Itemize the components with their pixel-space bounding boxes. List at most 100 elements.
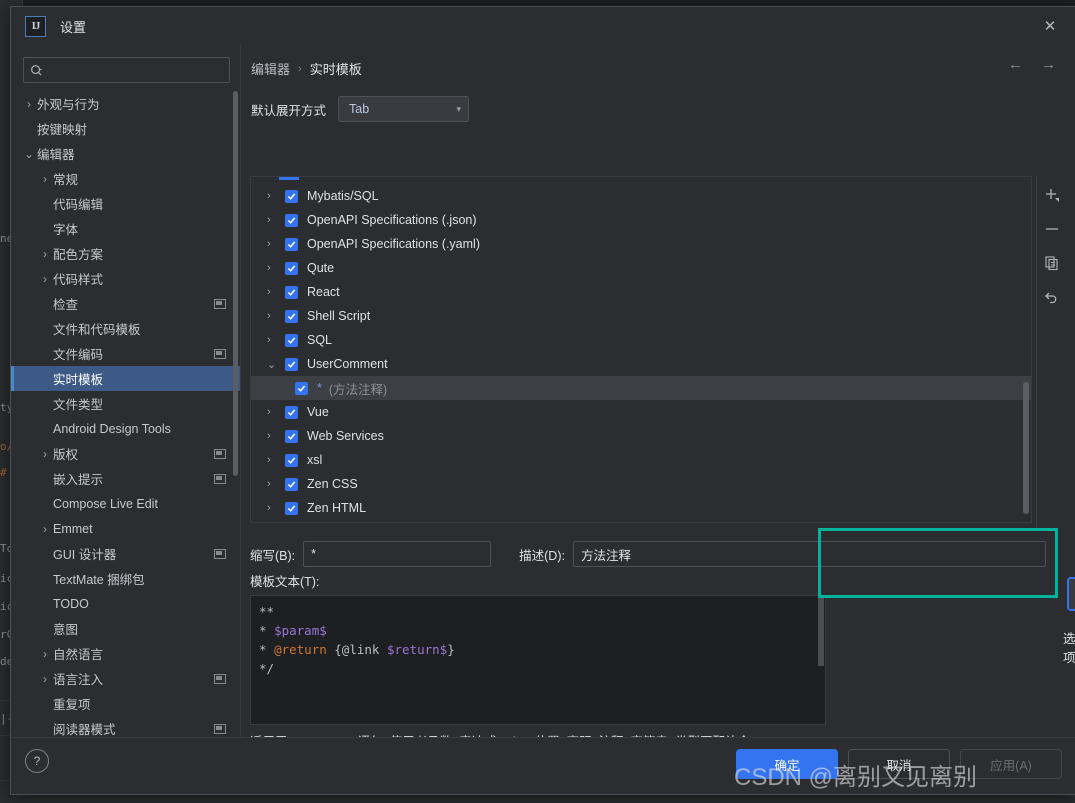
checkbox-icon[interactable]	[285, 285, 298, 299]
chevron-down-icon[interactable]: ⌄	[21, 147, 37, 161]
sidebar-item-2[interactable]: ⌄ 编辑器	[11, 141, 240, 166]
sidebar-item-12[interactable]: 文件类型	[11, 391, 240, 416]
checkbox-icon[interactable]	[295, 381, 308, 395]
chevron-right-icon[interactable]: ›	[267, 406, 285, 418]
chevron-right-icon[interactable]: ›	[37, 672, 53, 686]
checkbox-icon[interactable]	[285, 213, 298, 227]
sidebar-item-15[interactable]: 嵌入提示	[11, 466, 240, 491]
sidebar-item-20[interactable]: TODO	[11, 591, 240, 616]
template-group-name: OpenAPI Specifications (.yaml)	[307, 237, 480, 251]
chevron-right-icon[interactable]: ›	[37, 272, 53, 286]
checkbox-icon[interactable]	[285, 189, 298, 203]
chevron-right-icon[interactable]: ›	[37, 447, 53, 461]
template-group-row[interactable]: › OpenAPI Specifications (.json)	[251, 208, 1031, 232]
arrow-left-icon[interactable]: ←	[1008, 57, 1023, 72]
sidebar-item-17[interactable]: › Emmet	[11, 516, 240, 541]
checkbox-icon[interactable]	[285, 237, 298, 251]
template-group-row[interactable]: › Vue	[251, 400, 1031, 424]
chevron-right-icon[interactable]: ›	[267, 334, 285, 346]
sidebar-item-23[interactable]: › 语言注入	[11, 666, 240, 691]
checkbox-icon[interactable]	[285, 477, 298, 491]
duplicate-icon[interactable]	[1041, 252, 1063, 274]
template-group-row[interactable]: › OpenAPI Specifications (.yaml)	[251, 232, 1031, 256]
template-group-row[interactable]: › Zen HTML	[251, 496, 1031, 520]
chevron-right-icon[interactable]: ›	[21, 97, 37, 111]
sidebar-item-8[interactable]: 检查	[11, 291, 240, 316]
sidebar-item-19[interactable]: TextMate 捆绑包	[11, 566, 240, 591]
template-group-row[interactable]: › SQL	[251, 328, 1031, 352]
sidebar-item-6[interactable]: › 配色方案	[11, 241, 240, 266]
chevron-right-icon[interactable]: ›	[267, 430, 285, 442]
search-input[interactable]	[43, 62, 223, 78]
chevron-right-icon[interactable]: ›	[37, 172, 53, 186]
chevron-right-icon[interactable]: ›	[37, 247, 53, 261]
checkbox-icon[interactable]	[285, 405, 298, 419]
template-group-row[interactable]: › xsl	[251, 448, 1031, 472]
checkbox-icon[interactable]	[285, 429, 298, 443]
chevron-right-icon[interactable]: ›	[267, 454, 285, 466]
close-icon[interactable]: ✕	[1040, 16, 1060, 36]
editor-scrollbar[interactable]	[818, 596, 824, 666]
template-list-scrollbar[interactable]	[1023, 382, 1029, 514]
sidebar-item-0[interactable]: › 外观与行为	[11, 91, 240, 116]
help-icon[interactable]: ?	[25, 749, 49, 773]
checkbox-icon[interactable]	[285, 261, 298, 275]
sidebar-item-label: Emmet	[53, 521, 93, 536]
cancel-button[interactable]: 取消	[848, 749, 950, 779]
sidebar-item-11[interactable]: 实时模板	[11, 366, 240, 391]
chevron-right-icon[interactable]: ›	[267, 238, 285, 250]
ok-button[interactable]: 确定	[736, 749, 838, 779]
chevron-right-icon[interactable]: ›	[37, 647, 53, 661]
sidebar-item-7[interactable]: › 代码样式	[11, 266, 240, 291]
template-group-row[interactable]: › React	[251, 280, 1031, 304]
sidebar-item-3[interactable]: › 常规	[11, 166, 240, 191]
edit-variables-button[interactable]: 编辑变量(E)...	[1067, 577, 1075, 611]
template-group-row[interactable]: › Qute	[251, 256, 1031, 280]
description-input[interactable]	[572, 541, 1046, 567]
template-text-editor[interactable]: ** * $param$ * @return {@link $return$} …	[250, 595, 826, 725]
sidebar-item-10[interactable]: 文件编码	[11, 341, 240, 366]
template-list[interactable]: › Mybatis/SQL › OpenAPI Specifications (.js…	[250, 176, 1032, 523]
remove-icon[interactable]	[1041, 218, 1063, 240]
arrow-right-icon[interactable]: →	[1041, 57, 1056, 72]
sidebar-item-21[interactable]: 意图	[11, 616, 240, 641]
breadcrumb-parent[interactable]: 编辑器	[251, 59, 290, 78]
sidebar-scrollbar[interactable]	[233, 91, 238, 476]
default-expand-combo[interactable]: Tab ▾	[338, 96, 470, 122]
chevron-right-icon[interactable]: ›	[267, 262, 285, 274]
chevron-down-icon[interactable]: ⌄	[267, 358, 285, 371]
sidebar-item-24[interactable]: 重复项	[11, 691, 240, 716]
sidebar-item-25[interactable]: 阅读器模式	[11, 716, 240, 738]
chevron-right-icon[interactable]: ›	[267, 190, 285, 202]
checkbox-icon[interactable]	[285, 333, 298, 347]
search-box[interactable]	[23, 57, 230, 83]
template-group-row[interactable]: › Mybatis/SQL	[251, 184, 1031, 208]
chevron-right-icon[interactable]: ›	[267, 214, 285, 226]
template-group-row[interactable]: › Shell Script	[251, 304, 1031, 328]
revert-icon[interactable]	[1041, 286, 1063, 308]
sidebar-item-4[interactable]: 代码编辑	[11, 191, 240, 216]
template-group-row[interactable]: ⌄ UserComment	[251, 352, 1031, 376]
template-group-row[interactable]: › Web Services	[251, 424, 1031, 448]
chevron-right-icon[interactable]: ›	[267, 502, 285, 514]
sidebar-item-22[interactable]: › 自然语言	[11, 641, 240, 666]
add-icon[interactable]	[1041, 184, 1063, 206]
chevron-right-icon[interactable]: ›	[267, 286, 285, 298]
chevron-right-icon[interactable]: ›	[267, 478, 285, 490]
checkbox-icon[interactable]	[285, 501, 298, 515]
sidebar-item-9[interactable]: 文件和代码模板	[11, 316, 240, 341]
checkbox-icon[interactable]	[285, 309, 298, 323]
abbreviation-input[interactable]	[303, 541, 492, 567]
sidebar-item-13[interactable]: Android Design Tools	[11, 416, 240, 441]
chevron-right-icon[interactable]: ›	[267, 310, 285, 322]
chevron-right-icon[interactable]: ›	[37, 522, 53, 536]
template-row[interactable]: * (方法注释)	[251, 376, 1031, 400]
checkbox-icon[interactable]	[285, 357, 298, 371]
sidebar-item-14[interactable]: › 版权	[11, 441, 240, 466]
sidebar-item-5[interactable]: 字体	[11, 216, 240, 241]
checkbox-icon[interactable]	[285, 453, 298, 467]
sidebar-item-1[interactable]: 按键映射	[11, 116, 240, 141]
sidebar-item-18[interactable]: GUI 设计器	[11, 541, 240, 566]
sidebar-item-16[interactable]: Compose Live Edit	[11, 491, 240, 516]
template-group-row[interactable]: › Zen CSS	[251, 472, 1031, 496]
